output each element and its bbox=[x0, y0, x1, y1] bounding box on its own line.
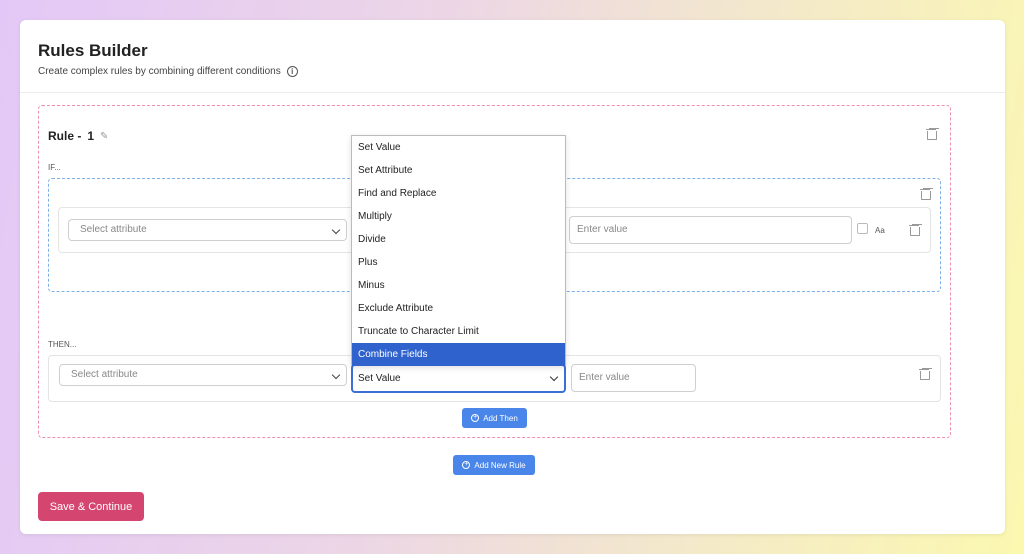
dropdown-option[interactable]: Exclude Attribute bbox=[352, 297, 565, 320]
then-label: THEN... bbox=[48, 340, 77, 349]
add-new-rule-button[interactable]: + Add New Rule bbox=[453, 455, 535, 475]
dropdown-option[interactable]: Set Value bbox=[352, 136, 565, 159]
dropdown-option[interactable]: Truncate to Character Limit bbox=[352, 320, 565, 343]
add-then-button[interactable]: + Add Then bbox=[462, 408, 527, 428]
page-header: Rules Builder Create complex rules by co… bbox=[20, 20, 1005, 93]
dropdown-option[interactable]: Find and Replace bbox=[352, 182, 565, 205]
info-icon[interactable]: i bbox=[286, 66, 298, 77]
condition-value-placeholder: Enter value bbox=[577, 224, 628, 235]
dropdown-option[interactable]: Plus bbox=[352, 251, 565, 274]
dropdown-option[interactable]: Divide bbox=[352, 228, 565, 251]
condition-value-input[interactable]: Enter value bbox=[569, 216, 852, 244]
condition-attribute-select[interactable]: Select attribute bbox=[68, 219, 347, 241]
page-subtitle: Create complex rules by combining differ… bbox=[38, 66, 298, 77]
action-attribute-select[interactable]: Select attribute bbox=[59, 364, 347, 386]
dropdown-option[interactable]: Multiply bbox=[352, 205, 565, 228]
add-then-label: Add Then bbox=[483, 413, 518, 423]
if-label: IF... bbox=[48, 163, 61, 172]
dropdown-option[interactable]: Set Attribute bbox=[352, 159, 565, 182]
add-new-rule-label: Add New Rule bbox=[474, 460, 526, 470]
delete-action-trash-icon[interactable] bbox=[919, 368, 930, 380]
delete-condition-group-trash-icon[interactable] bbox=[920, 188, 931, 200]
action-value-placeholder: Enter value bbox=[579, 372, 630, 383]
plus-circle-icon: + bbox=[471, 414, 480, 422]
chevron-down-icon bbox=[331, 370, 341, 380]
save-continue-button[interactable]: Save & Continue bbox=[38, 492, 144, 521]
chevron-down-icon bbox=[331, 225, 341, 235]
action-operation-value: Set Value bbox=[358, 373, 401, 384]
rule-number: 1 bbox=[87, 129, 95, 143]
rule-title-prefix: Rule - bbox=[48, 129, 82, 143]
action-value-input[interactable]: Enter value bbox=[571, 364, 696, 392]
dropdown-option[interactable]: Combine Fields bbox=[352, 343, 565, 366]
condition-attribute-placeholder: Select attribute bbox=[80, 224, 147, 235]
subtitle-text: Create complex rules by combining differ… bbox=[38, 66, 281, 77]
page-title: Rules Builder bbox=[38, 41, 148, 60]
action-operation-select[interactable]: Set Value bbox=[351, 364, 566, 393]
action-attribute-placeholder: Select attribute bbox=[71, 369, 138, 380]
case-sensitive-label: Aa bbox=[875, 226, 885, 235]
delete-rule-trash-icon[interactable] bbox=[926, 128, 937, 140]
case-sensitive-checkbox[interactable] bbox=[857, 223, 868, 234]
chevron-down-icon bbox=[549, 372, 559, 382]
operation-dropdown-menu: Set Value Set Attribute Find and Replace Mu… bbox=[351, 135, 566, 366]
plus-circle-icon: + bbox=[462, 461, 471, 469]
edit-pencil-icon[interactable]: ✎ bbox=[100, 131, 108, 142]
delete-condition-trash-icon[interactable] bbox=[909, 224, 920, 236]
dropdown-option[interactable]: Minus bbox=[352, 274, 565, 297]
rule-title: Rule - 1 ✎ bbox=[48, 129, 108, 143]
